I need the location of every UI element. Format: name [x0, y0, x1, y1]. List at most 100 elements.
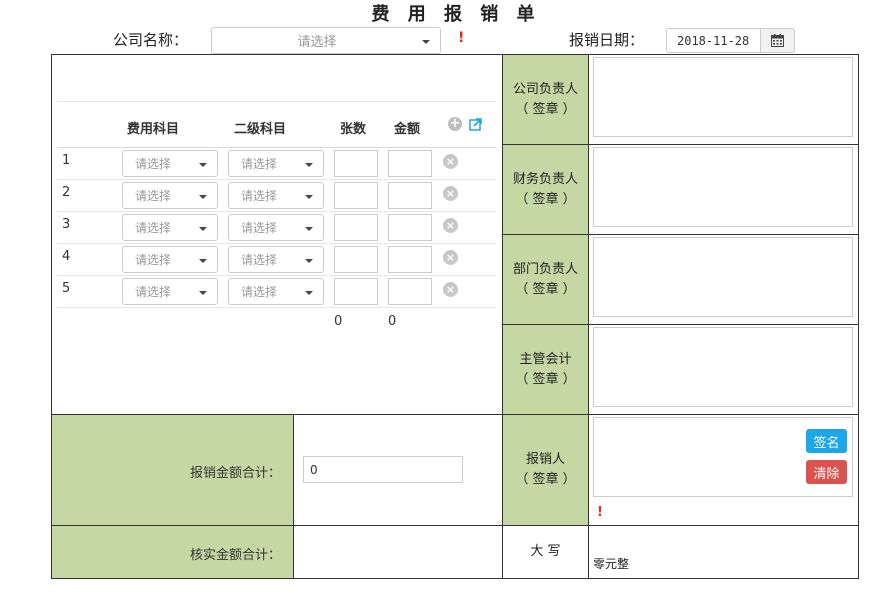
subsubject-select[interactable]: 请选择	[228, 150, 324, 177]
clear-button[interactable]: 清除	[806, 460, 847, 484]
sign-role: 财务负责人	[512, 171, 578, 187]
row-divider	[57, 179, 496, 180]
amount-input[interactable]	[388, 214, 432, 241]
sign-role: 部门负责人	[512, 261, 578, 277]
company-select[interactable]: 请选择	[211, 27, 441, 54]
count-input[interactable]	[334, 278, 378, 305]
chevron-down-icon	[199, 259, 207, 263]
col-amount-header: 金额	[394, 122, 421, 137]
total-amount: 0	[388, 314, 397, 329]
total-count: 0	[334, 314, 343, 329]
sign-note: （ 签章 ）	[515, 101, 576, 117]
subsubject-select-value: 请选择	[241, 285, 278, 299]
sign-pad-dept-head[interactable]	[593, 237, 853, 317]
row-divider	[57, 211, 496, 212]
chevron-down-icon	[199, 163, 207, 167]
subject-select[interactable]: 请选择	[122, 150, 218, 177]
sign-label-company-head: 公司负责人 （ 签章 ）	[502, 54, 589, 145]
sign-pad-finance-head[interactable]	[593, 147, 853, 227]
row-number: 2	[62, 185, 71, 200]
row-number: 3	[62, 217, 71, 232]
subject-select-value: 请选择	[135, 221, 172, 235]
claimant-required-mark: !	[597, 505, 603, 520]
company-required-mark: !	[458, 30, 465, 46]
col-subsubject-header: 二级科目	[234, 122, 287, 137]
add-row-icon[interactable]: +	[448, 117, 462, 131]
sign-role: 报销人	[525, 452, 565, 467]
sign-note: （ 签章 ）	[515, 472, 576, 487]
sign-note: （ 签章 ）	[515, 281, 576, 297]
subject-select-value: 请选择	[135, 157, 172, 171]
subject-select[interactable]: 请选择	[122, 182, 218, 209]
date-picker-button[interactable]	[760, 28, 795, 53]
chevron-down-icon	[422, 40, 430, 44]
count-input[interactable]	[334, 182, 378, 209]
subject-select[interactable]: 请选择	[122, 278, 218, 305]
col-subject-header: 费用科目	[127, 122, 180, 137]
date-label: 报销日期：	[569, 31, 645, 49]
calendar-icon	[771, 34, 784, 47]
amount-input[interactable]	[388, 150, 432, 177]
remove-row-icon[interactable]: ×	[443, 218, 458, 233]
row-number: 5	[62, 281, 71, 296]
import-icon[interactable]	[469, 117, 483, 131]
subject-select[interactable]: 请选择	[122, 246, 218, 273]
chevron-down-icon	[305, 163, 313, 167]
uppercase-value: 零元整	[593, 557, 630, 571]
remove-row-icon[interactable]: ×	[443, 282, 458, 297]
chevron-down-icon	[305, 291, 313, 295]
row-number: 1	[62, 153, 71, 168]
subsubject-select[interactable]: 请选择	[228, 214, 324, 241]
amount-input[interactable]	[388, 182, 432, 209]
sign-label-claimant: 报销人 （ 签章 ）	[502, 414, 589, 526]
sign-pad-chief-accountant[interactable]	[593, 327, 853, 407]
remove-row-icon[interactable]: ×	[443, 250, 458, 265]
chevron-down-icon	[305, 259, 313, 263]
row-divider	[57, 275, 496, 276]
row-divider	[57, 307, 496, 308]
count-input[interactable]	[334, 150, 378, 177]
row-number: 4	[62, 249, 71, 264]
verified-total-label: 核实金额合计：	[190, 548, 282, 563]
claim-total-label: 报销金额合计：	[190, 466, 282, 481]
company-select-value: 请选择	[297, 35, 337, 50]
claim-total-input[interactable]: 0	[303, 456, 463, 483]
count-input[interactable]	[334, 246, 378, 273]
uppercase-label: 大 写	[530, 544, 561, 559]
subject-select[interactable]: 请选择	[122, 214, 218, 241]
date-input[interactable]: 2018-11-28	[666, 28, 761, 53]
amount-input[interactable]	[388, 278, 432, 305]
remove-row-icon[interactable]: ×	[443, 186, 458, 201]
sign-label-finance-head: 财务负责人 （ 签章 ）	[502, 144, 589, 235]
subject-select-value: 请选择	[135, 253, 172, 267]
sign-note: （ 签章 ）	[515, 371, 576, 387]
sign-label-dept-head: 部门负责人 （ 签章 ）	[502, 234, 589, 325]
sign-button[interactable]: 签名	[806, 429, 847, 453]
subsubject-select[interactable]: 请选择	[228, 278, 324, 305]
sign-note: （ 签章 ）	[515, 191, 576, 207]
chevron-down-icon	[199, 195, 207, 199]
subsubject-select[interactable]: 请选择	[228, 182, 324, 209]
sign-role: 主管会计	[519, 351, 572, 367]
company-label: 公司名称：	[113, 31, 189, 49]
sign-pad-company-head[interactable]	[593, 57, 853, 137]
sign-role: 公司负责人	[512, 81, 578, 97]
col-count-header: 张数	[340, 122, 367, 137]
chevron-down-icon	[199, 291, 207, 295]
table-header-line	[57, 147, 496, 148]
row-divider	[57, 243, 496, 244]
verified-total-value-cell	[293, 525, 503, 579]
amount-input[interactable]	[388, 246, 432, 273]
sign-label-chief-accountant: 主管会计 （ 签章 ）	[502, 324, 589, 415]
count-input[interactable]	[334, 214, 378, 241]
subsubject-select[interactable]: 请选择	[228, 246, 324, 273]
chevron-down-icon	[305, 195, 313, 199]
subsubject-select-value: 请选择	[241, 189, 278, 203]
page-title: 费 用 报 销 单	[371, 4, 541, 25]
subject-select-value: 请选择	[135, 285, 172, 299]
subject-select-value: 请选择	[135, 189, 172, 203]
subsubject-select-value: 请选择	[241, 221, 278, 235]
table-top-line	[57, 101, 496, 102]
subsubject-select-value: 请选择	[241, 157, 278, 171]
remove-row-icon[interactable]: ×	[443, 154, 458, 169]
